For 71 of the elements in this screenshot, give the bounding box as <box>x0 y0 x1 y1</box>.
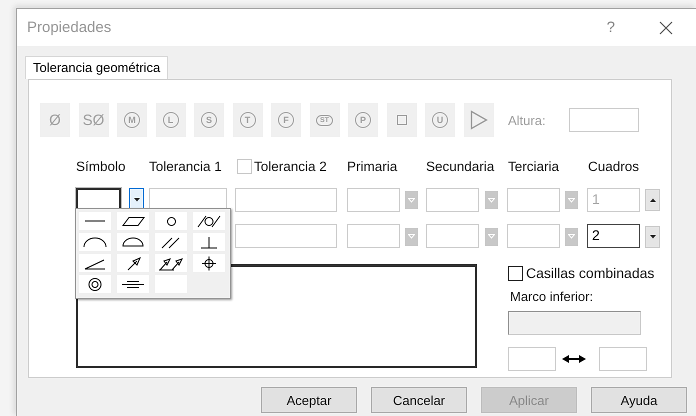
tolerance-field[interactable] <box>235 188 337 212</box>
menu-item[interactable] <box>79 254 111 272</box>
column-header: Tolerancia 1 <box>149 158 222 174</box>
datum-field[interactable] <box>347 224 400 248</box>
input-field[interactable] <box>599 347 647 371</box>
menu-item[interactable] <box>155 254 187 272</box>
menu-item[interactable] <box>155 212 187 230</box>
circled-letter: S <box>201 112 217 128</box>
dialog-button[interactable]: Ayuda <box>591 387 687 413</box>
spin-button[interactable] <box>645 189 660 211</box>
tab[interactable]: Tolerancia geométrica <box>25 56 168 79</box>
field-label: Marco inferior: <box>510 289 594 304</box>
caret-icon <box>408 198 415 202</box>
menu-item[interactable] <box>117 275 149 293</box>
circled-letter: T <box>240 112 256 128</box>
spin-button[interactable] <box>645 226 660 248</box>
caret-icon <box>408 234 415 239</box>
datum-field[interactable] <box>507 224 560 248</box>
menu-item[interactable] <box>79 233 111 251</box>
menu-item[interactable] <box>117 233 149 251</box>
window-title: Propiedades <box>27 19 112 36</box>
column-header: Tolerancia 2 <box>254 158 327 174</box>
circled-letter: P <box>355 112 371 128</box>
double-arrow-icon <box>159 256 183 270</box>
menu-item[interactable] <box>117 212 149 230</box>
menu-item[interactable] <box>117 254 149 272</box>
checkbox[interactable] <box>508 266 523 280</box>
menu-item[interactable] <box>193 254 225 272</box>
column-header: Terciaria <box>508 158 560 174</box>
caret-icon <box>568 234 575 239</box>
dialog-button[interactable]: Aceptar <box>261 387 357 413</box>
checkbox-label: Casillas combinadas <box>526 265 654 281</box>
frames-field[interactable]: 2 <box>587 224 640 248</box>
circled-letter: U <box>432 112 448 128</box>
datum-field[interactable] <box>347 188 400 212</box>
circle-between-lines-icon <box>197 214 221 228</box>
arc-icon <box>83 234 107 250</box>
close-icon[interactable] <box>659 20 673 34</box>
help-button[interactable]: ? <box>606 19 615 36</box>
caret-icon <box>488 234 495 239</box>
menu-item[interactable] <box>193 212 225 230</box>
column-header: Símbolo <box>76 158 126 174</box>
horizontal-line-icon <box>84 220 106 222</box>
height-label: Altura: <box>508 112 546 128</box>
circled-letter: L <box>162 112 178 128</box>
tolerance-field[interactable] <box>235 224 337 248</box>
datum-field[interactable] <box>426 188 479 212</box>
datum-field[interactable] <box>426 224 479 248</box>
half-circle-icon <box>121 234 145 250</box>
square-icon <box>396 115 406 125</box>
triangle-icon <box>470 110 488 130</box>
caret-icon <box>488 198 495 202</box>
column-header: Secundaria <box>426 158 494 174</box>
column-header: Cuadros <box>588 158 640 174</box>
column-header: Primaria <box>347 158 398 174</box>
menu-item[interactable] <box>79 275 111 293</box>
height-field[interactable] <box>568 108 639 132</box>
menu-item[interactable] <box>193 233 225 251</box>
dialog-button[interactable]: Cancelar <box>371 387 467 413</box>
circled-letter: F <box>278 112 294 128</box>
circled-letter: M <box>124 112 140 128</box>
datum-field[interactable] <box>507 188 560 212</box>
frames-field[interactable]: 1 <box>587 188 640 212</box>
menu-item[interactable] <box>155 233 187 251</box>
circle-icon <box>166 216 176 226</box>
double-arrow-icon <box>562 354 586 364</box>
caret-icon <box>134 198 140 202</box>
menu-item[interactable] <box>79 212 111 230</box>
input-field[interactable] <box>508 347 556 371</box>
parallelogram-icon <box>122 216 144 226</box>
caret-icon <box>568 198 575 202</box>
